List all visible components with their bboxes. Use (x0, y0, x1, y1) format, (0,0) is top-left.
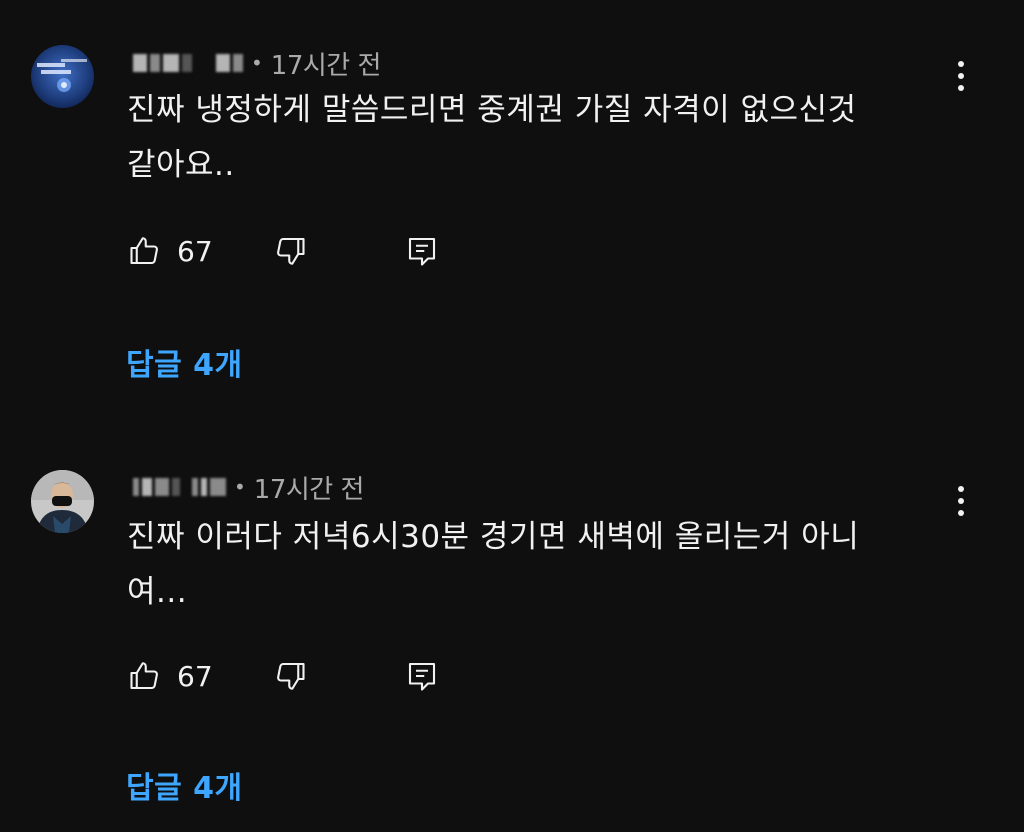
comment-text: 진짜 이러다 저녁6시30분 경기면 새벽에 올리는거 아니 여... (127, 510, 947, 620)
comment-timestamp[interactable]: 17시간 전 (254, 469, 365, 506)
dislike-button[interactable] (272, 231, 308, 271)
comment-text: 진짜 냉정하게 말씀드리면 중계권 가질 자격이 없으신것 같아요.. (127, 83, 947, 193)
thumbs-down-icon (272, 233, 308, 269)
dislike-button[interactable] (272, 656, 308, 696)
comment-text-line: 진짜 이러다 저녁6시30분 경기면 새벽에 올리는거 아니 (127, 519, 860, 555)
thumbs-up-icon (127, 658, 163, 694)
comment-text-line: 진짜 냉정하게 말씀드리면 중계권 가질 자격이 없으신것 (127, 92, 857, 128)
reply-button[interactable] (404, 231, 440, 271)
more-vertical-icon[interactable] (945, 56, 977, 96)
meta-separator: • (234, 475, 246, 499)
author-name[interactable] (133, 54, 243, 72)
thumbs-down-icon (272, 658, 308, 694)
comment-text-line: 여... (127, 574, 188, 610)
thumbs-up-icon (127, 233, 163, 269)
comment-timestamp[interactable]: 17시간 전 (271, 45, 382, 82)
author-name[interactable] (133, 478, 226, 496)
reply-button[interactable] (404, 656, 440, 696)
reply-comment-icon (404, 233, 440, 269)
like-button[interactable]: 67 (127, 231, 213, 271)
like-button[interactable]: 67 (127, 656, 213, 696)
comment-meta: • 17시간 전 (133, 45, 382, 82)
like-count: 67 (177, 659, 213, 693)
reply-comment-icon (404, 658, 440, 694)
avatar[interactable] (31, 45, 94, 108)
avatar[interactable] (31, 470, 94, 533)
comment-text-line: 같아요.. (127, 147, 235, 183)
comments-panel: • 17시간 전 진짜 냉정하게 말씀드리면 중계권 가질 자격이 없으신것 같… (0, 0, 1024, 832)
view-replies-button[interactable]: 답글 4개 (126, 340, 243, 384)
view-replies-button[interactable]: 답글 4개 (126, 763, 243, 807)
comment-actions: 67 (127, 231, 467, 271)
comment-actions: 67 (127, 656, 467, 696)
more-vertical-icon[interactable] (945, 481, 977, 521)
like-count: 67 (177, 234, 213, 268)
meta-separator: • (251, 51, 263, 75)
comment-meta: • 17시간 전 (133, 469, 365, 506)
